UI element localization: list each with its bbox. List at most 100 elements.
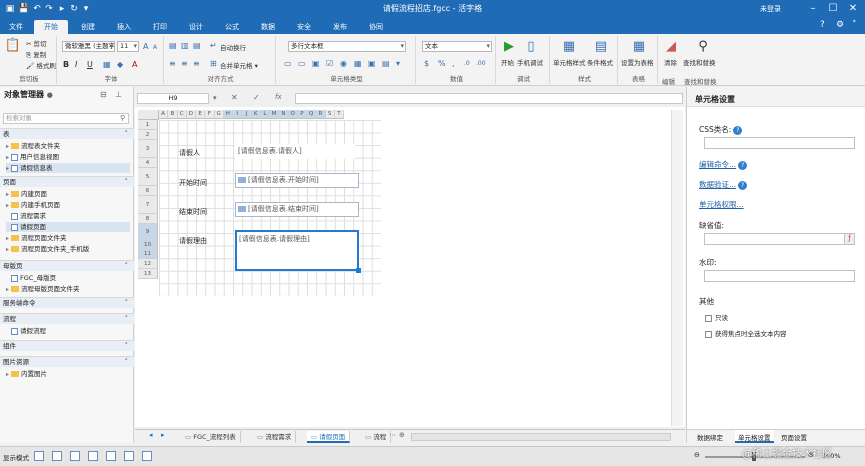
font-color-icon[interactable]: A	[132, 60, 137, 70]
column-header[interactable]: H	[223, 110, 233, 119]
start-debug-button[interactable]: 开始	[501, 57, 514, 67]
cancel-edit-icon[interactable]: ✕	[231, 93, 238, 102]
merge-icon[interactable]: ⊞	[210, 59, 217, 69]
column-header[interactable]: F	[205, 110, 215, 119]
celltype-button-icon[interactable]: ▭	[298, 59, 306, 69]
section-master[interactable]: 母版页 ˄	[0, 260, 134, 271]
select-all-on-focus-checkbox[interactable]: 获得焦点时全选文本内容	[705, 328, 787, 338]
fill-color-icon[interactable]: ◆	[117, 60, 123, 70]
tree-item-master-folder[interactable]: ▸ 流程母版页面文件夹	[6, 284, 80, 294]
celltype-date-icon[interactable]: ▦	[354, 59, 362, 69]
tab-home[interactable]: 开始	[34, 20, 68, 34]
column-header[interactable]: J	[242, 110, 252, 119]
tab-design[interactable]: 设计	[182, 20, 210, 34]
column-header[interactable]: E	[196, 110, 206, 119]
column-header[interactable]: L	[260, 110, 270, 119]
tree-item-leave-process[interactable]: 请假流程	[6, 326, 46, 336]
align-left-icon[interactable]: ≡	[169, 59, 176, 69]
row-header[interactable]: 11	[138, 250, 158, 259]
add-sheet-icon[interactable]: ⊕	[399, 431, 405, 439]
decrease-decimal-icon[interactable]: .00	[476, 59, 486, 69]
mode-list-icon[interactable]	[88, 451, 98, 461]
cell-style-icon[interactable]: ▦	[560, 39, 578, 55]
bold-button[interactable]: B	[63, 60, 69, 70]
tab-create[interactable]: 创建	[74, 20, 102, 34]
fx-icon[interactable]: fx	[275, 93, 282, 101]
tree-item-builtin-images[interactable]: ▸ 内置图片	[6, 369, 47, 379]
field-reason-selected[interactable]: [请假信息表.请假理由]	[235, 230, 359, 271]
align-bottom-icon[interactable]: ▤	[193, 41, 201, 51]
namebox-dropdown-icon[interactable]: ▾	[213, 94, 217, 102]
tree-item-process-page-mobile[interactable]: ▸ 流程页面文件夹_手机版	[6, 244, 89, 254]
clear-icon[interactable]: ◢	[662, 39, 680, 55]
italic-button[interactable]: I	[75, 60, 77, 70]
column-header[interactable]: A	[159, 110, 169, 119]
column-header[interactable]: N	[279, 110, 289, 119]
section-images[interactable]: 图片资源 ˄	[0, 356, 134, 367]
wrap-text-button[interactable]: 自动换行	[220, 42, 246, 52]
formula-input[interactable]	[295, 93, 683, 104]
celltype-list-icon[interactable]: ▤	[382, 59, 390, 69]
pin-icon[interactable]: ⊥	[115, 90, 122, 99]
column-header[interactable]: P	[297, 110, 307, 119]
find-replace-button[interactable]: 查找和替换	[683, 57, 716, 67]
tree-item-user-view[interactable]: ▸ 用户信息视图	[6, 152, 59, 162]
font-shrink-button[interactable]: A	[153, 43, 157, 53]
cell-type-select[interactable]: 多行文本框	[288, 41, 406, 52]
section-pages[interactable]: 页面 ˄	[0, 176, 134, 187]
vertical-scrollbar[interactable]	[671, 110, 683, 426]
css-class-input[interactable]	[704, 137, 855, 149]
celltype-check-icon[interactable]: ☑	[326, 59, 333, 69]
sheet-tab-fgc-list[interactable]: ▭ FGC_流程列表	[181, 431, 241, 443]
tab-data-binding[interactable]: 数据绑定	[697, 432, 723, 442]
row-header[interactable]: 3	[138, 140, 158, 158]
column-header[interactable]: D	[186, 110, 196, 119]
section-process[interactable]: 流程 ˄	[0, 313, 134, 324]
mode-chart-icon[interactable]	[124, 451, 134, 461]
watermark-input[interactable]	[704, 270, 855, 282]
field-applicant[interactable]: [请假信息表.请假人]	[235, 144, 355, 159]
column-header[interactable]: C	[177, 110, 187, 119]
minimize-button[interactable]: –	[805, 2, 821, 16]
tree-item-process-req[interactable]: 流程需求	[6, 211, 46, 221]
select-all-corner[interactable]	[138, 110, 159, 120]
cond-format-button[interactable]: 条件格式	[587, 57, 613, 67]
celltype-radio-icon[interactable]: ◉	[340, 59, 347, 69]
cut-button[interactable]: ✂ 剪切	[26, 38, 47, 48]
tab-prev-icon[interactable]: ◂	[149, 431, 153, 439]
tree-item-builtin-mobile[interactable]: ▸ 内建手机页面	[6, 200, 60, 210]
close-button[interactable]: ✕	[845, 2, 861, 16]
wrap-icon[interactable]: ↵	[210, 41, 217, 51]
column-header[interactable]: M	[270, 110, 280, 119]
tree-item-fgc-master[interactable]: FGC_母版页	[6, 273, 56, 283]
currency-button[interactable]: $	[424, 59, 429, 69]
sheet-tab-process[interactable]: ▭ 流程	[361, 431, 392, 443]
celltype-combo-icon[interactable]: ▣	[312, 59, 320, 69]
mode-grid-icon[interactable]	[52, 451, 62, 461]
column-header[interactable]: S	[325, 110, 335, 119]
tab-page-settings[interactable]: 页面设置	[781, 432, 807, 442]
cell-permission-link[interactable]: 单元格权限...	[699, 199, 744, 210]
font-grow-button[interactable]: A	[143, 42, 148, 52]
percent-button[interactable]: %	[438, 59, 446, 69]
settings-icon[interactable]: ⚙	[836, 20, 844, 30]
row-header[interactable]: 7	[138, 196, 158, 214]
mobile-debug-button[interactable]: 手机调试	[517, 57, 543, 67]
tree-item-leave-table[interactable]: ▸ 请假信息表	[6, 163, 130, 173]
zoom-minus-icon[interactable]: ⊖	[694, 451, 700, 459]
name-box[interactable]: H9	[137, 93, 209, 104]
column-header[interactable]: R	[316, 110, 326, 119]
start-debug-icon[interactable]: ▶	[500, 39, 518, 55]
merge-cells-button[interactable]: 合并单元格 ▾	[220, 60, 258, 70]
font-size-select[interactable]: 11	[117, 41, 139, 52]
mobile-debug-icon[interactable]: ▯	[522, 39, 540, 55]
row-header[interactable]: 1	[138, 120, 158, 130]
tab-insert[interactable]: 插入	[110, 20, 138, 34]
edit-command-link[interactable]: 编辑命令...?	[699, 159, 748, 170]
column-header[interactable]: G	[214, 110, 224, 119]
find-icon[interactable]: ⚲	[694, 39, 712, 55]
row-header[interactable]: 10	[138, 241, 158, 250]
border-icon[interactable]: ▦	[103, 60, 111, 70]
increase-decimal-icon[interactable]: .0	[464, 59, 470, 69]
thousands-icon[interactable]: ,	[452, 59, 455, 69]
